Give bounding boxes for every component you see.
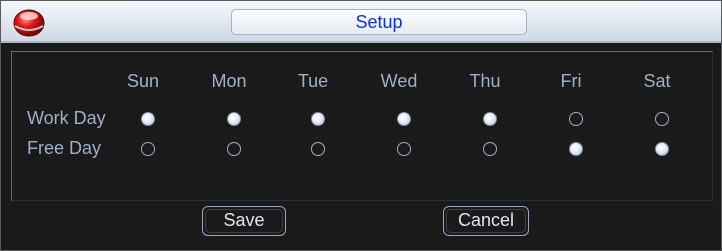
work-day-radio-sun[interactable] [141, 112, 155, 126]
free-day-radio-sat[interactable] [655, 142, 669, 156]
work-day-radio-tue[interactable] [311, 112, 325, 126]
work-day-radio-thu[interactable] [483, 112, 497, 126]
free-day-radio-sun[interactable] [141, 142, 155, 156]
save-button[interactable]: Save [202, 206, 286, 236]
day-header-mon: Mon [211, 71, 247, 91]
free-day-radio-thu[interactable] [483, 142, 497, 156]
free-day-radio-tue[interactable] [311, 142, 325, 156]
free-day-radio-mon[interactable] [227, 142, 241, 156]
title-bar: Setup [1, 1, 721, 43]
setup-dialog: Setup Sun Mon Tue Wed Thu Fri Sat Work Day Free… [0, 0, 722, 251]
app-logo-icon [13, 9, 45, 37]
work-day-radio-sat[interactable] [655, 112, 669, 126]
free-day-radio-fri[interactable] [569, 142, 583, 156]
day-header-tue: Tue [297, 71, 329, 91]
work-day-radio-wed[interactable] [397, 112, 411, 126]
work-day-radio-mon[interactable] [227, 112, 241, 126]
day-header-wed: Wed [380, 71, 418, 91]
day-header-sun: Sun [126, 71, 160, 91]
work-day-radio-fri[interactable] [569, 112, 583, 126]
day-header-thu: Thu [469, 71, 501, 91]
dialog-title: Setup [231, 9, 527, 35]
day-header-fri: Fri [560, 71, 582, 91]
day-header-sat: Sat [643, 71, 671, 91]
cancel-button[interactable]: Cancel [443, 206, 529, 236]
free-day-radio-wed[interactable] [397, 142, 411, 156]
work-day-label: Work Day [27, 108, 106, 128]
free-day-label: Free Day [27, 138, 102, 158]
